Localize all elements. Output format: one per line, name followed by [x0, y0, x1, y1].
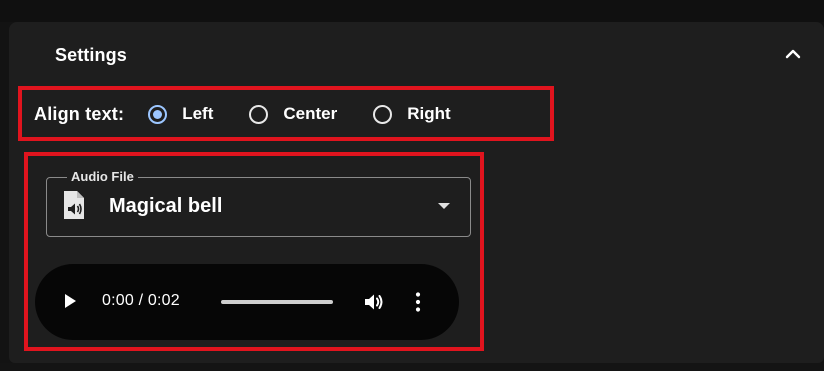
top-strip	[0, 0, 824, 22]
settings-panel-header[interactable]: Settings	[9, 22, 824, 88]
highlight-audio-section	[24, 152, 484, 351]
highlight-align-text	[18, 86, 554, 141]
screen: Settings Align text: Left Center Right A…	[0, 0, 824, 371]
panel-title: Settings	[55, 45, 127, 65]
collapse-button[interactable]	[780, 41, 806, 67]
bottom-strip	[0, 363, 824, 371]
chevron-up-icon	[785, 49, 801, 59]
